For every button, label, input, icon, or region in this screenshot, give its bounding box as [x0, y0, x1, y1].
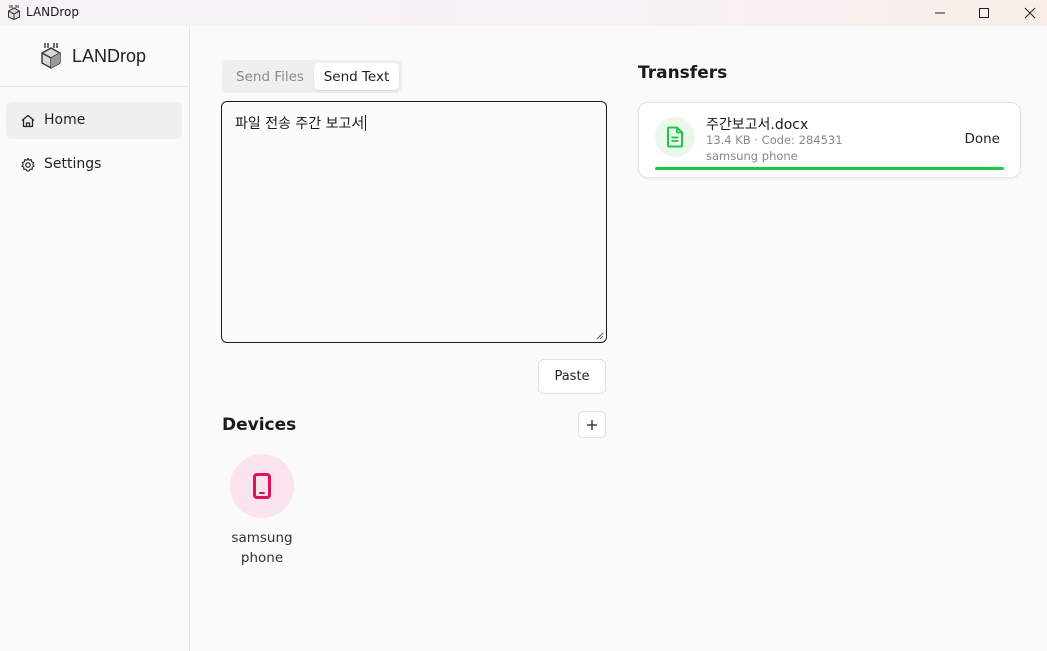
maximize-button[interactable] [961, 0, 1007, 26]
send-text-input[interactable]: 파일 전송 주간 보고서 [221, 101, 607, 343]
send-text-value: 파일 전송 주간 보고서 [235, 116, 365, 132]
paste-button[interactable]: Paste [538, 359, 606, 394]
app-logo-icon [41, 43, 61, 69]
sidebar-item-home[interactable]: Home [6, 102, 182, 139]
maximize-icon [979, 8, 989, 18]
title-bar: LANDrop [0, 0, 1047, 26]
document-icon [667, 126, 683, 148]
brand-name: LANDrop [72, 46, 147, 66]
transfer-progress-bar [655, 167, 1004, 170]
sidebar: LANDrop Home Settings [0, 26, 190, 651]
text-caret [365, 115, 367, 131]
app-logo-icon [8, 5, 20, 20]
add-device-button[interactable] [578, 411, 606, 438]
device-item[interactable]: samsung phone [222, 454, 302, 574]
close-button[interactable] [1007, 0, 1047, 26]
sidebar-item-settings[interactable]: Settings [6, 146, 182, 183]
transfer-status: Done [964, 131, 1000, 147]
file-icon-badge [655, 117, 695, 157]
device-avatar [230, 454, 294, 518]
transfer-item[interactable]: 주간보고서.docx 13.4 KB · Code: 284531 samsun… [638, 102, 1021, 178]
transfer-device: samsung phone [706, 149, 798, 163]
brand: LANDrop [0, 26, 189, 87]
transfer-meta: 13.4 KB · Code: 284531 [706, 133, 843, 147]
close-icon [1024, 7, 1036, 19]
transfer-file-name: 주간보고서.docx [706, 117, 809, 133]
sidebar-item-label: Home [44, 112, 86, 128]
gear-icon [21, 157, 35, 172]
phone-icon [253, 473, 271, 499]
transfer-progress-fill [655, 167, 1004, 170]
devices-heading: Devices [222, 415, 297, 435]
tab-send-text[interactable]: Send Text [314, 63, 399, 90]
minimize-button[interactable] [917, 0, 963, 26]
resize-grip-icon[interactable] [596, 332, 604, 340]
transfers-heading: Transfers [638, 63, 728, 83]
tab-send-files[interactable]: Send Files [226, 63, 314, 90]
send-mode-tabs: Send Files Send Text [222, 60, 402, 93]
device-name: samsung phone [231, 530, 293, 566]
sidebar-item-label: Settings [44, 156, 102, 172]
window-title: LANDrop [26, 5, 80, 19]
plus-icon [587, 419, 597, 430]
minimize-icon [935, 12, 945, 14]
home-icon [21, 114, 35, 128]
